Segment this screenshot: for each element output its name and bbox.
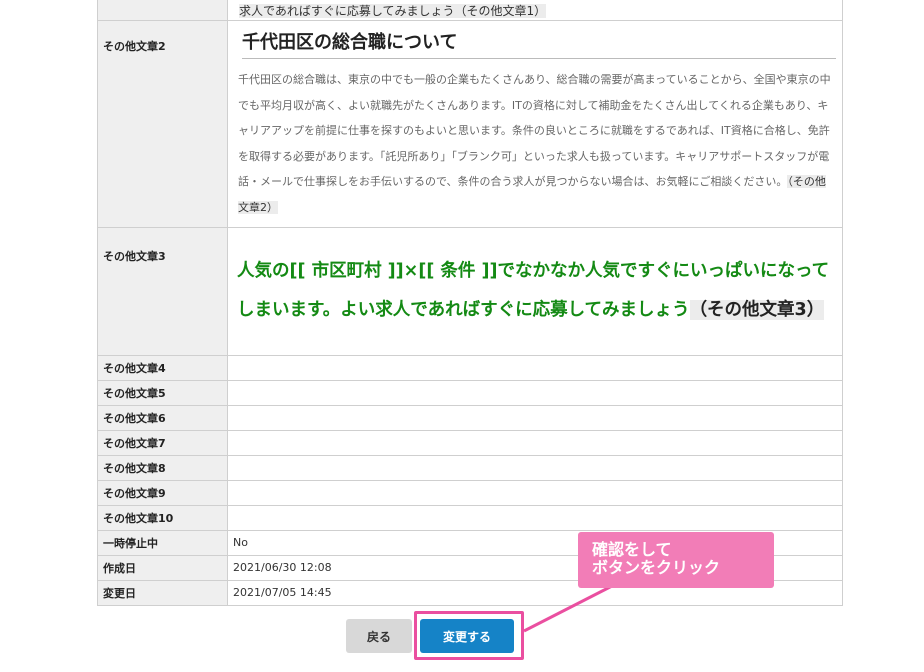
- row-label-created: 作成日: [97, 554, 228, 581]
- row-label-paused: 一時停止中: [97, 529, 228, 556]
- instruction-callout: 確認をして ボタンをクリック: [578, 532, 774, 588]
- detail-table: 求人であればすぐに応募してみましょう（その他文章1） その他文章2 千代田区の総…: [97, 0, 843, 606]
- row-label-other-text-4: その他文章4: [97, 354, 228, 381]
- row-label-other-text-10: その他文章10: [97, 504, 228, 531]
- row-label-other-text-8: その他文章8: [97, 454, 228, 481]
- row-value-other-text-8: [227, 454, 843, 481]
- row-value-cut: 求人であればすぐに応募してみましょう（その他文章1）: [227, 0, 843, 21]
- row-label-cut: [97, 0, 228, 21]
- section-paragraph: 千代田区の総合職は、東京の中でも一般の企業もたくさんあり、総合職の需要が高まって…: [238, 67, 836, 221]
- green-text-block: 人気の[[ 市区町村 ]]×[[ 条件 ]]でなかなか人気ですぐにいっぱいになっ…: [233, 246, 842, 336]
- row-value-other-text-2: 千代田区の総合職について 千代田区の総合職は、東京の中でも一般の企業もたくさんあ…: [227, 20, 843, 228]
- row-label-other-text-6: その他文章6: [97, 404, 228, 431]
- row-value-other-text-7: [227, 429, 843, 456]
- callout-line-1: 確認をして: [592, 540, 672, 559]
- green-text-tag: （その他文章3）: [689, 300, 825, 321]
- row-value-other-text-9: [227, 479, 843, 506]
- section-heading: 千代田区の総合職について: [242, 28, 836, 59]
- callout-line-2: ボタンをクリック: [592, 558, 721, 577]
- row-label-other-text-5: その他文章5: [97, 379, 228, 406]
- row-value-other-text-5: [227, 379, 843, 406]
- row-label-other-text-7: その他文章7: [97, 429, 228, 456]
- highlight-box: [414, 611, 524, 660]
- row-value-other-text-4: [227, 354, 843, 381]
- back-button[interactable]: 戻る: [346, 619, 412, 653]
- row-label-updated: 変更日: [97, 579, 228, 606]
- cut-text: 求人であればすぐに応募してみましょう（その他文章1）: [239, 3, 547, 18]
- row-label-other-text-3: その他文章3: [97, 226, 228, 356]
- row-value-other-text-3: 人気の[[ 市区町村 ]]×[[ 条件 ]]でなかなか人気ですぐにいっぱいになっ…: [227, 226, 843, 356]
- paragraph-body: 千代田区の総合職は、東京の中でも一般の企業もたくさんあり、総合職の需要が高まって…: [238, 73, 831, 189]
- row-value-other-text-6: [227, 404, 843, 431]
- row-label-other-text-2: その他文章2: [97, 20, 228, 228]
- row-value-other-text-10: [227, 504, 843, 531]
- row-label-other-text-9: その他文章9: [97, 479, 228, 506]
